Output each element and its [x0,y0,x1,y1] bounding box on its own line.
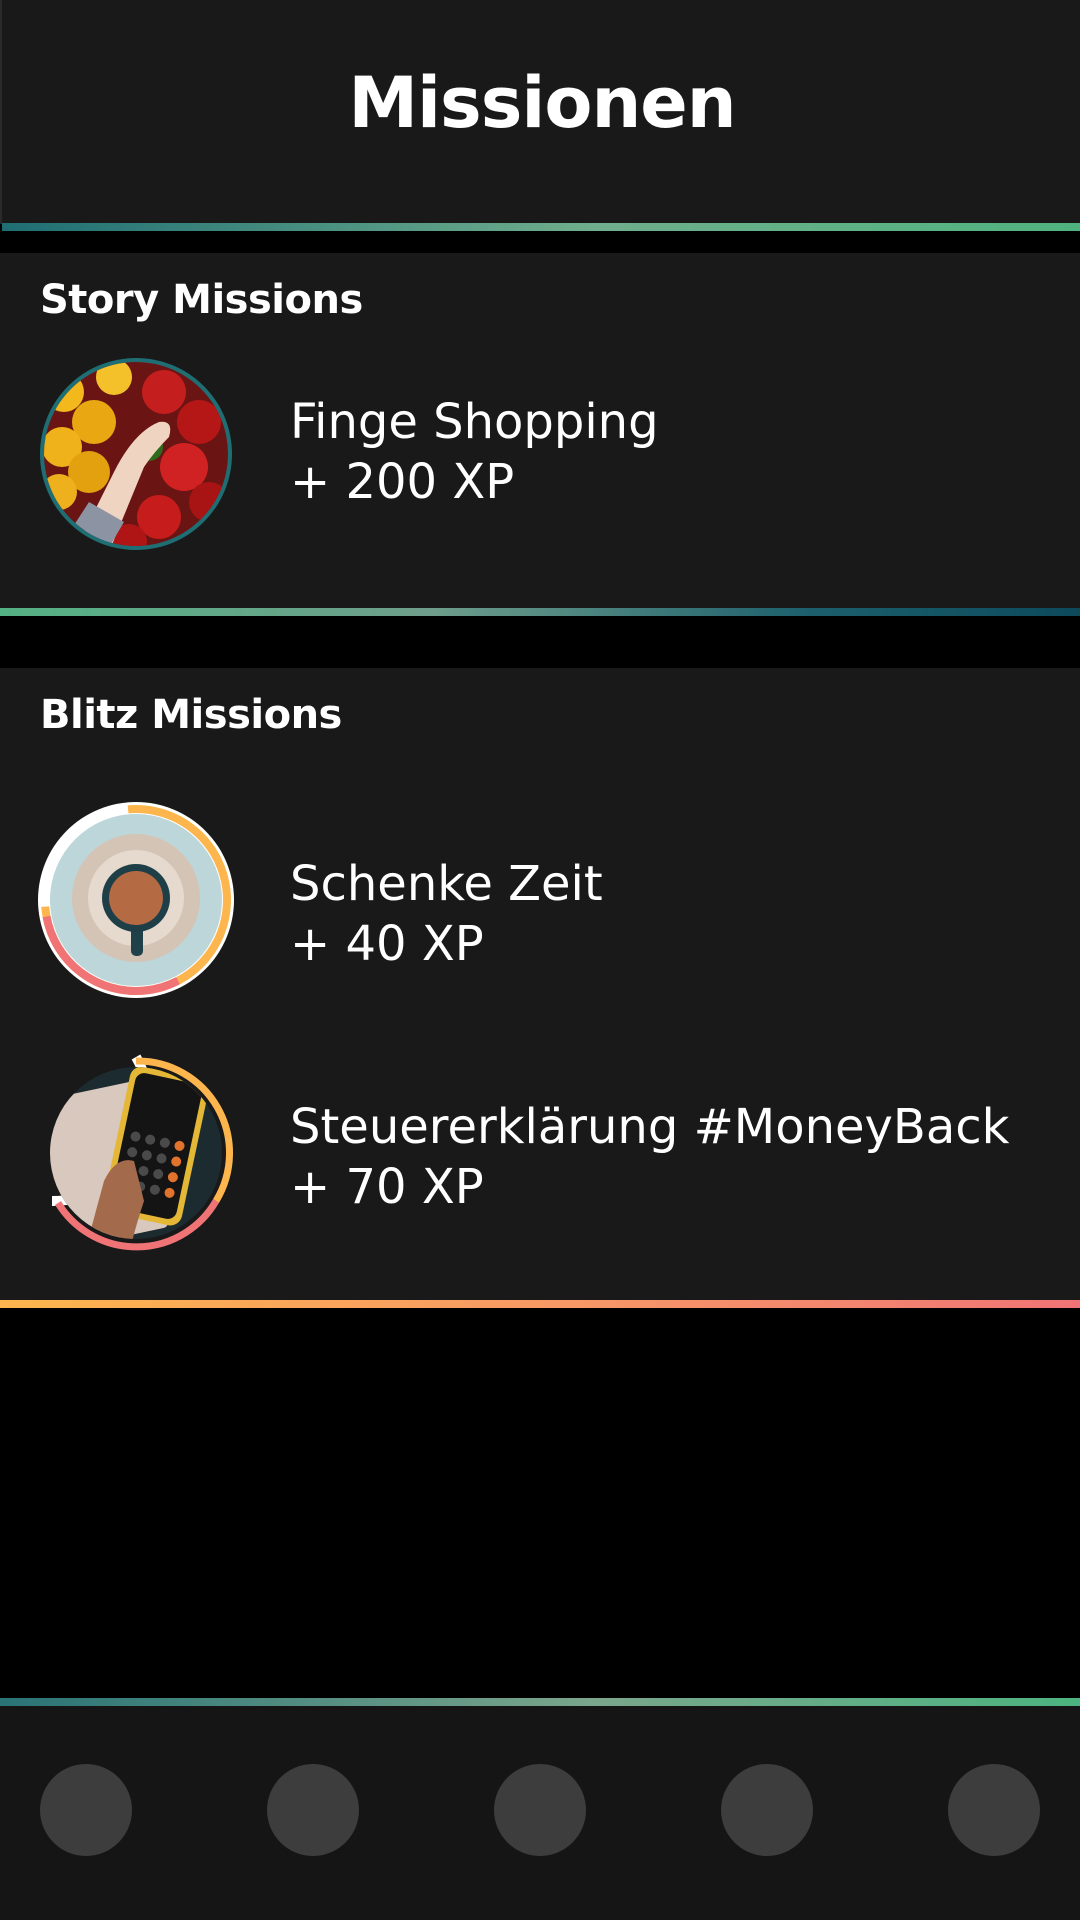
nav-button-3[interactable] [494,1764,586,1856]
header-divider [2,223,1080,231]
nav-button-4[interactable] [721,1764,813,1856]
mission-text: Steuererklärung #MoneyBack + 70 XP [290,1097,1009,1217]
mission-xp: + 70 XP [290,1159,484,1215]
nav-button-2[interactable] [267,1764,359,1856]
section-title-blitz: Blitz Missions [40,692,342,738]
mission-xp: + 40 XP [290,916,484,972]
calculator-phone-photo-icon [38,1054,234,1251]
mission-item-finge-shopping[interactable]: Finge Shopping + 200 XP [0,352,1080,562]
mission-name: Steuererklärung #MoneyBack [290,1099,1010,1155]
mission-text: Finge Shopping + 200 XP [290,392,659,512]
nav-button-5[interactable] [948,1764,1040,1856]
mission-name: Finge Shopping [290,394,659,450]
nav-divider [0,1698,1080,1706]
mission-text: Schenke Zeit + 40 XP [290,854,603,974]
nav-button-1[interactable] [40,1764,132,1856]
bottom-nav [0,1706,1080,1920]
section-title-story: Story Missions [40,277,363,323]
peppers-photo-icon [40,358,232,550]
mission-avatar [34,798,238,1002]
mission-avatar [34,1051,238,1255]
mission-name: Schenke Zeit [290,856,603,912]
story-divider [0,608,1080,616]
header: Missionen [0,0,1080,224]
coffee-cup-photo-icon [38,802,234,998]
mission-avatar [34,352,238,556]
mission-item-steuererklaerung[interactable]: Steuererklärung #MoneyBack + 70 XP [0,1051,1080,1261]
story-missions-section: Story Missions Finge Shopping + 200 XP [0,253,1080,608]
mission-xp: + 200 XP [290,454,515,510]
page-title: Missionen [348,62,736,144]
blitz-divider [0,1300,1080,1308]
blitz-missions-section: Blitz Missions Schenke Zeit + 40 XP Steu… [0,668,1080,1300]
mission-item-schenke-zeit[interactable]: Schenke Zeit + 40 XP [0,798,1080,1008]
